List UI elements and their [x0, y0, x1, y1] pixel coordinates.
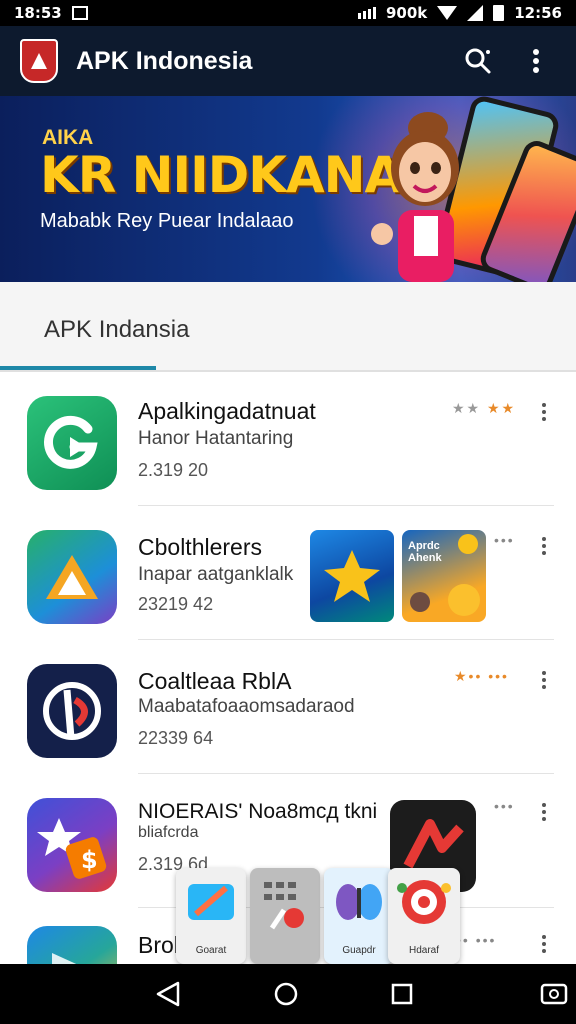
- thumbnail-caption: Aprdc Ahenk: [408, 540, 442, 564]
- wifi-icon: [437, 6, 458, 20]
- cell-signal-icon: [467, 5, 484, 21]
- screenshot-icon[interactable]: [538, 978, 570, 1010]
- app-name: Coaltleaa RblA: [138, 668, 292, 694]
- app-name: NIOERAIS' Noa8mcд tkni: [138, 800, 378, 823]
- dock-item-label: Goarat: [195, 945, 227, 956]
- banner-subtitle: Mababk Rey Puear Indalaao: [40, 210, 294, 232]
- p-logo-icon: [27, 664, 117, 758]
- rating-stars-icon: ★★ ★★: [452, 400, 517, 416]
- status-time-left: 18:53: [14, 4, 62, 22]
- app-name: Cbolthlerers: [138, 534, 262, 560]
- screenshot-thumbnail[interactable]: Aprdc Ahenk: [402, 530, 486, 622]
- search-icon[interactable]: [458, 41, 498, 81]
- more-options-icon[interactable]: [530, 798, 558, 826]
- app-subtitle: Hanor Hatantaring: [138, 428, 294, 449]
- section-tab-title[interactable]: APK Indansia: [44, 316, 189, 344]
- navigation-bar: [0, 964, 576, 1024]
- app-subtitle: Inapar aatganklalk: [138, 564, 294, 585]
- app-stats: 2.319 20: [138, 460, 209, 480]
- butterfly-icon: [336, 884, 382, 920]
- more-options-icon[interactable]: [530, 666, 558, 694]
- phone-keypad-icon: [264, 882, 304, 930]
- status-bar: 18:53 900k 12:56: [0, 0, 576, 26]
- screenshot-thumbnail[interactable]: [310, 530, 394, 622]
- notification-icon: [71, 6, 88, 20]
- screen: 18:53 900k 12:56 APK Indonesia AIKA KR N…: [0, 0, 576, 1024]
- status-time-right: 12:56: [514, 4, 562, 22]
- more-vert-icon[interactable]: [516, 41, 556, 81]
- status-right: 900k 12:56: [357, 4, 562, 22]
- character-illustration: [371, 112, 459, 282]
- battery-icon: [493, 5, 505, 21]
- app-stats: 23219 42: [138, 594, 214, 614]
- app-title: APK Indonesia: [76, 46, 253, 75]
- star-tag-icon: $: [27, 798, 117, 892]
- app-subtitle: bliafcrda: [138, 824, 199, 841]
- list-item[interactable]: Apalkingadatnuat Hanor Hatantaring 2.319…: [0, 372, 576, 506]
- status-carrier: 900k: [385, 4, 428, 22]
- app-bar: APK Indonesia: [0, 26, 576, 96]
- banner-headline: KR NIIDKANAI: [40, 146, 421, 204]
- dock-item-label: Guapdr: [342, 945, 376, 956]
- app-stats: 22339 64: [138, 728, 214, 748]
- dock-item[interactable]: Hdaraf: [388, 868, 460, 964]
- more-options-icon[interactable]: [530, 930, 558, 958]
- more-options-icon[interactable]: [530, 532, 558, 560]
- section-header: APK Indansia: [0, 282, 576, 372]
- signal-dots-icon: [357, 7, 376, 19]
- recents-icon[interactable]: [386, 978, 418, 1010]
- triangle-logo-icon: [27, 530, 117, 624]
- more-options-icon[interactable]: [530, 398, 558, 426]
- g-logo-icon: [27, 396, 117, 490]
- dots-indicator: •••: [494, 532, 515, 548]
- app-logo-icon: [20, 39, 58, 83]
- list-item[interactable]: Cbolthlerers Inapar aatganklalk 23219 42…: [0, 506, 576, 640]
- dots-indicator: •• •••: [456, 932, 497, 948]
- dock-item-label: Hdaraf: [408, 945, 439, 956]
- svg-text:$: $: [81, 846, 98, 874]
- home-icon[interactable]: [270, 978, 302, 1010]
- status-left: 18:53: [14, 4, 88, 22]
- back-icon[interactable]: [152, 978, 184, 1010]
- pencil-card-icon: [188, 884, 234, 920]
- dock-item[interactable]: Guapdr: [324, 868, 394, 964]
- list-item[interactable]: Coaltleaa RblA Maabatafoaaomsadaraod 223…: [0, 640, 576, 774]
- app-subtitle: Maabatafoaaomsadaraod: [138, 696, 355, 717]
- target-icon: [397, 880, 451, 924]
- rating-stars-icon: ★•• •••: [454, 668, 509, 684]
- dots-indicator: •••: [494, 798, 515, 814]
- promo-banner[interactable]: AIKA KR NIIDKANAI Mababk Rey Puear Indal…: [0, 96, 576, 282]
- dock-item[interactable]: [250, 868, 320, 964]
- dock-item[interactable]: Goarat: [176, 868, 246, 964]
- floating-app-dock: Goarat Guapdr Hdaraf: [176, 868, 460, 964]
- app-name: Apalkingadatnuat: [138, 398, 316, 424]
